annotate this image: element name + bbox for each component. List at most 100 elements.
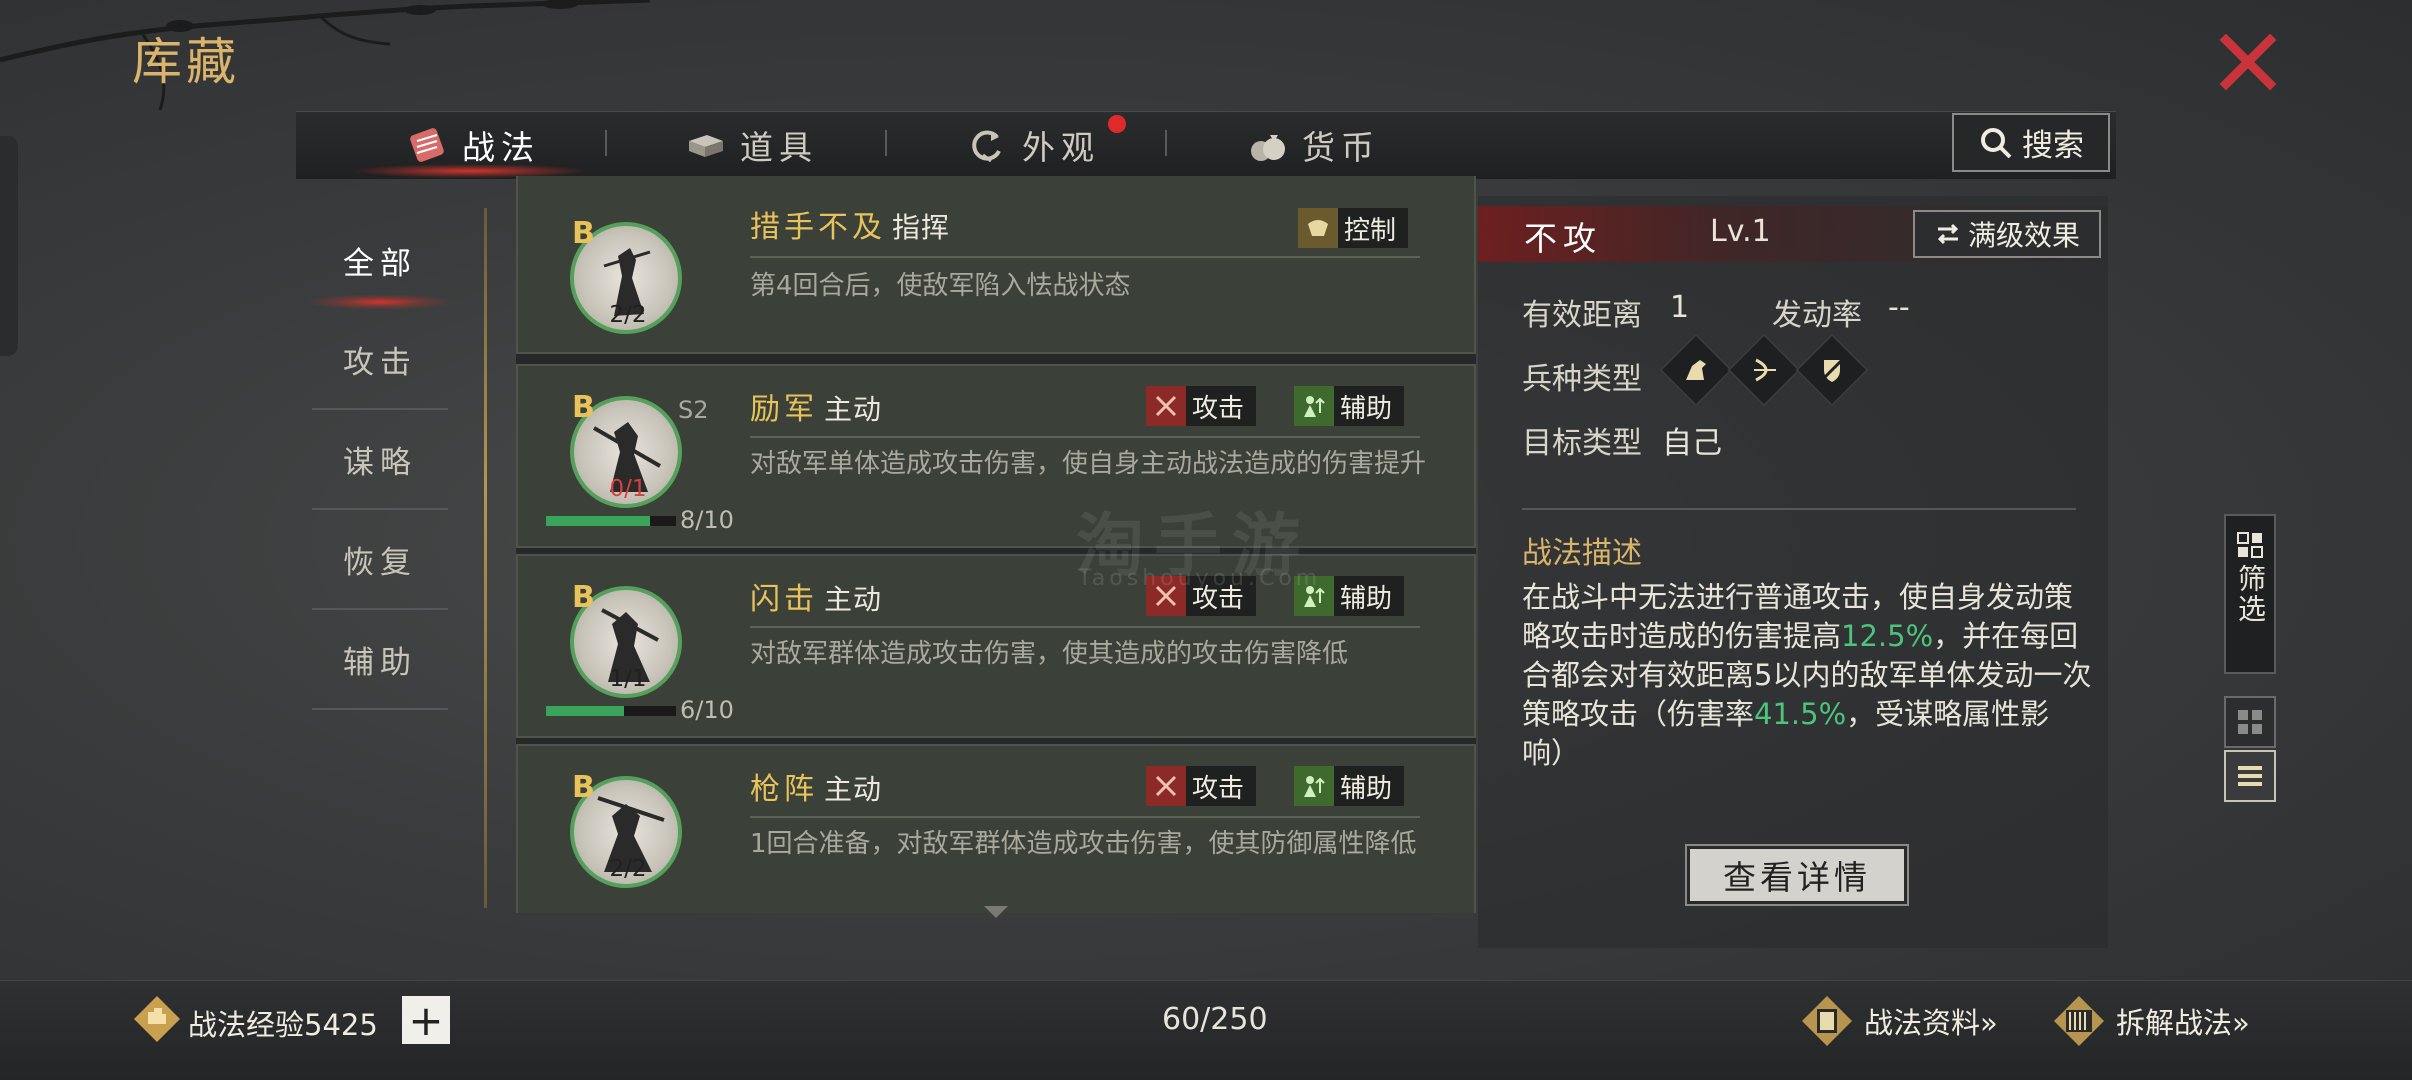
filter-label: 筛选: [2234, 564, 2267, 624]
tactic-full-description: 在战斗中无法进行普通攻击，使自身发动策略攻击时造成的伤害提高12.5%，并在每回…: [1522, 578, 2092, 773]
tab-appearance[interactable]: 外观: [966, 111, 1100, 179]
tactic-description: 1回合准备，对敌军群体造成攻击伤害，使其防御属性降低: [750, 829, 1417, 859]
notification-badge: [1108, 115, 1126, 133]
tactic-kind: 指挥: [892, 211, 951, 244]
tactic-name-row: 闪击 主动: [750, 574, 882, 618]
crossed-swords-icon: [1146, 386, 1186, 426]
range-value: 1: [1670, 290, 1690, 325]
card-divider: [750, 256, 1420, 258]
filter-attack[interactable]: 攻击: [312, 310, 448, 410]
progress-fill: [546, 706, 624, 716]
tab-label: 货币: [1302, 128, 1380, 167]
search-button[interactable]: 搜索: [1952, 113, 2110, 172]
tab-separator: [1165, 130, 1167, 156]
grid-view-icon: [2238, 710, 2262, 734]
season-tag: S2: [678, 396, 709, 424]
owned-count: 2/2: [609, 302, 647, 328]
filter-strategy[interactable]: 谋略: [312, 410, 448, 510]
watermark-url: Taoshouyou.Com: [1078, 566, 1322, 591]
range-label: 有效距离: [1522, 298, 1642, 333]
grade-badge: B: [572, 390, 595, 425]
scroll-icon: [406, 124, 448, 166]
list-view-icon: [2238, 766, 2262, 786]
owned-count: 2/2: [609, 856, 647, 882]
close-icon: [2219, 33, 2277, 91]
card-divider: [750, 626, 1420, 628]
tactic-kind: 主动: [824, 583, 883, 616]
troop-type-label: 兵种类型: [1522, 362, 1642, 397]
grade-badge: B: [572, 216, 595, 251]
tactic-card[interactable]: B 2/2 措手不及 指挥 控制 第4回合后，使敌军陷入怯战状态: [516, 176, 1476, 354]
crossed-swords-icon: [1146, 766, 1186, 806]
support-icon: [1294, 386, 1334, 426]
max-level-effect-button[interactable]: 满级效果: [1913, 210, 2101, 258]
tag-attack: 攻击: [1146, 386, 1257, 426]
detail-divider: [1522, 508, 2076, 510]
view-details-button[interactable]: 查看详情: [1685, 844, 1909, 906]
tactic-description: 对敌军单体造成攻击伤害，使自身主动战法造成的伤害提升: [750, 449, 1427, 479]
add-exp-button[interactable]: +: [402, 996, 450, 1045]
filter-button[interactable]: 筛选: [2224, 514, 2276, 674]
tactic-exp-icon: [132, 994, 182, 1044]
tactic-info-link[interactable]: 战法资料»: [1800, 994, 1998, 1048]
owned-count: 0/1: [609, 476, 647, 502]
owned-count: 1/1: [609, 666, 647, 692]
tag-label: 辅助: [1340, 583, 1393, 614]
progress-text: 8/10: [680, 506, 734, 534]
close-button[interactable]: [2212, 26, 2284, 98]
dismantle-tactic-link[interactable]: 拆解战法»: [2052, 994, 2250, 1048]
tag-label: 辅助: [1340, 773, 1393, 804]
progress-bar: [546, 706, 676, 716]
tab-currency[interactable]: 货币: [1246, 111, 1380, 179]
refresh-icon: [966, 124, 1008, 166]
target-type-label: 目标类型: [1522, 426, 1642, 461]
control-icon: [1298, 208, 1338, 248]
tactic-card[interactable]: B S2 0/1 8/10 励军 主动 攻击 辅助 对敌军单体造成攻击伤害，使自身…: [516, 364, 1476, 548]
filter-all[interactable]: 全部: [312, 210, 448, 310]
tag-label: 攻击: [1192, 773, 1245, 804]
tab-label: 外观: [1022, 128, 1100, 167]
rate-value: --: [1888, 290, 1910, 325]
grid-view-button[interactable]: [2224, 696, 2276, 748]
tactic-kind: 主动: [824, 393, 883, 426]
target-type-value: 自己: [1662, 426, 1722, 461]
tag-attack: 攻击: [1146, 766, 1257, 806]
tactic-name: 措手不及: [750, 210, 886, 245]
scroll-dismantle-icon: [2054, 996, 2104, 1046]
tab-label: 道具: [740, 128, 818, 167]
tactic-list[interactable]: B 2/2 措手不及 指挥 控制 第4回合后，使敌军陷入怯战状态 B S2 0/1…: [516, 176, 1476, 913]
exp-value: 5425: [304, 1008, 378, 1042]
tactic-card[interactable]: B 2/2 枪阵 主动 攻击 辅助 1回合准备，对敌军群体造成攻击伤害，使其防御属…: [516, 744, 1476, 913]
dismantle-label: 拆解战法»: [2116, 1006, 2250, 1040]
support-icon: [1294, 766, 1334, 806]
tactic-count: 60/250: [1162, 1002, 1268, 1037]
search-icon: [1981, 127, 2012, 158]
progress-bar: [546, 516, 676, 526]
filter-support[interactable]: 辅助: [312, 610, 448, 710]
card-divider: [750, 436, 1420, 438]
damage-rate-value: 41.5%: [1754, 697, 1847, 731]
scroll-down-indicator: [984, 906, 1008, 918]
tab-label: 战法: [462, 128, 540, 167]
tag-support: 辅助: [1294, 766, 1405, 806]
tactic-kind: 主动: [824, 773, 883, 806]
filter-recovery[interactable]: 恢复: [312, 510, 448, 610]
side-edge-tab: [0, 136, 18, 356]
page-title: 库藏: [132, 33, 240, 91]
max-level-label: 满级效果: [1967, 219, 2080, 252]
tab-separator: [605, 130, 607, 156]
tag-control: 控制: [1298, 208, 1409, 248]
tactic-description: 第4回合后，使敌军陷入怯战状态: [750, 271, 1131, 301]
tag-label: 控制: [1344, 215, 1397, 246]
tab-items[interactable]: 道具: [684, 111, 818, 179]
rate-label: 发动率: [1772, 298, 1862, 333]
box-icon: [684, 124, 726, 166]
divider-line: [484, 208, 487, 908]
tab-tactics[interactable]: 战法: [406, 111, 540, 179]
list-view-button[interactable]: [2224, 750, 2276, 802]
damage-boost-value: 12.5%: [1841, 619, 1934, 653]
tactic-name: 励军: [750, 392, 818, 427]
tactic-name: 枪阵: [750, 772, 818, 807]
tactic-card[interactable]: B 1/1 6/10 闪击 主动 攻击 辅助 对敌军群体造成攻击伤害，使其造成的攻…: [516, 554, 1476, 738]
tactic-info-label: 战法资料»: [1864, 1006, 1998, 1040]
